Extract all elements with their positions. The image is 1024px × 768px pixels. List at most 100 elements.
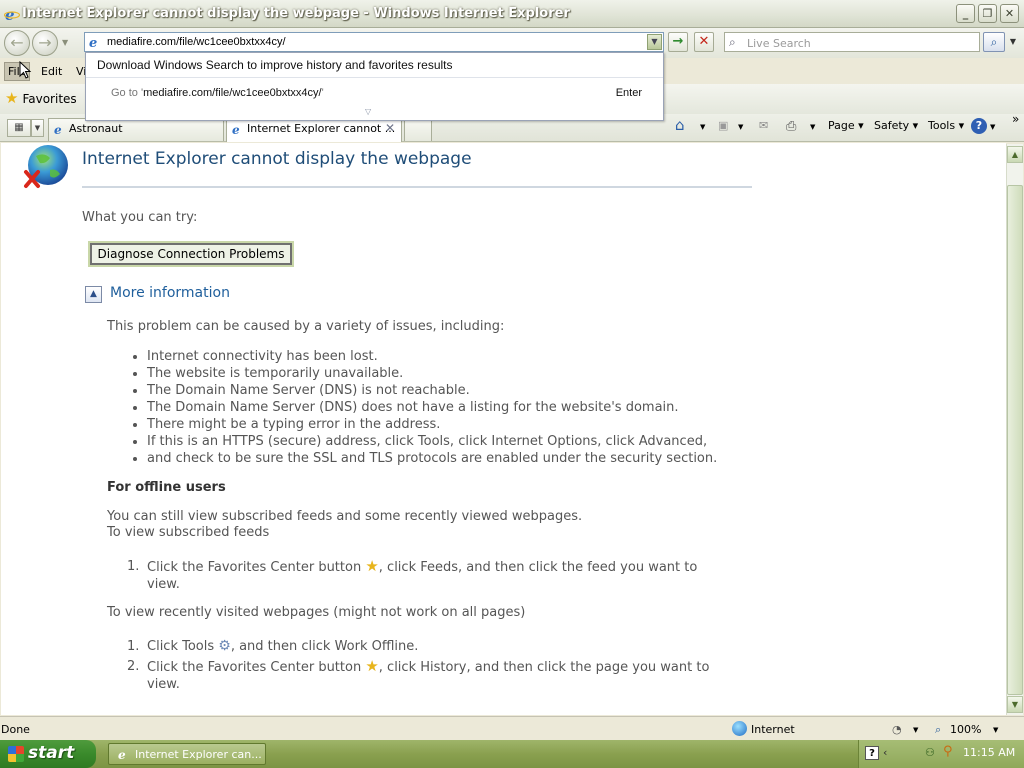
zoom-icon[interactable]: ⌕ bbox=[935, 723, 941, 737]
help-icon[interactable]: ? bbox=[971, 118, 987, 134]
tools-menu-label: Tools bbox=[928, 119, 956, 132]
tab-astronaut[interactable]: e Astronaut bbox=[48, 118, 224, 141]
clock[interactable]: 11:15 AM bbox=[963, 746, 1015, 759]
start-button[interactable]: start bbox=[0, 740, 96, 768]
help-tray-icon[interactable]: ? bbox=[865, 746, 879, 760]
goto-prefix: Go to ' bbox=[111, 87, 144, 99]
feeds-icon[interactable]: ▣ bbox=[718, 119, 728, 132]
search-placeholder[interactable]: Live Search bbox=[747, 37, 811, 50]
collapse-icon[interactable]: ▲ bbox=[85, 286, 102, 303]
toolbar-overflow-icon[interactable]: » bbox=[1012, 112, 1019, 126]
safety-menu[interactable]: Safety ▾ bbox=[874, 119, 918, 132]
goto-suggestion[interactable]: Go to 'mediafire.com/file/wc1cee0bxtxx4c… bbox=[111, 87, 324, 99]
back-button[interactable]: ← bbox=[4, 30, 30, 56]
step-text: , and then click Work Offline. bbox=[230, 639, 419, 654]
address-dropdown-button[interactable]: ▼ bbox=[647, 34, 662, 50]
print-dropdown[interactable]: ▼ bbox=[810, 123, 815, 131]
magnifier-icon: ⌕ bbox=[990, 35, 998, 49]
print-icon[interactable]: ⎙ bbox=[786, 119, 796, 134]
home-dropdown[interactable]: ▼ bbox=[700, 123, 705, 131]
scroll-up-button[interactable]: ▲ bbox=[1007, 146, 1023, 163]
step-text: , click Feeds, and then click the feed y… bbox=[378, 560, 698, 575]
security-zone-label[interactable]: Internet bbox=[751, 723, 795, 736]
tab-page-icon: e bbox=[232, 123, 240, 136]
scroll-down-button[interactable]: ▼ bbox=[1007, 696, 1023, 713]
feeds-dropdown[interactable]: ▼ bbox=[738, 123, 743, 131]
tools-menu[interactable]: Tools ▾ bbox=[928, 119, 964, 132]
read-mail-icon[interactable]: ✉ bbox=[759, 119, 768, 132]
forward-arrow-icon: → bbox=[38, 33, 52, 52]
recent-pages-dropdown[interactable]: ▼ bbox=[62, 38, 68, 47]
scroll-thumb[interactable] bbox=[1007, 185, 1023, 695]
dropdown-resize-grip[interactable]: ▽ bbox=[365, 107, 371, 116]
search-tray-icon[interactable]: ⚲ bbox=[943, 744, 953, 759]
title-divider bbox=[82, 186, 752, 188]
vertical-scrollbar[interactable]: ▲ ▼ bbox=[1006, 144, 1023, 715]
home-icon[interactable]: ⌂ bbox=[675, 116, 685, 134]
list-item: If this is an HTTPS (secure) address, cl… bbox=[131, 433, 717, 450]
start-label: start bbox=[28, 743, 75, 763]
address-bar[interactable]: e mediafire.com/file/wc1cee0bxtxx4cy/ ▼ bbox=[84, 32, 664, 52]
more-information-link[interactable]: More information bbox=[110, 285, 230, 301]
search-icon: ⌕ bbox=[729, 35, 736, 49]
go-arrow-icon: → bbox=[672, 34, 684, 49]
expand-tray-icon[interactable]: ‹ bbox=[883, 746, 887, 759]
minimize-button[interactable]: _ bbox=[956, 4, 975, 23]
list-item: The Domain Name Server (DNS) is not reac… bbox=[131, 382, 717, 399]
title-bar[interactable]: e Internet Explorer cannot display the w… bbox=[0, 0, 1024, 28]
new-tab-button[interactable] bbox=[404, 118, 432, 141]
ie-logo-icon: e bbox=[4, 6, 20, 22]
zoom-level[interactable]: 100% bbox=[950, 723, 981, 736]
favorites-label: Favorites bbox=[22, 92, 77, 106]
tab-list-dropdown[interactable]: ▼ bbox=[31, 119, 44, 137]
list-item: The website is temporarily unavailable. bbox=[131, 365, 717, 382]
step-number: 1. bbox=[127, 639, 140, 654]
causes-list: Internet connectivity has been lost. The… bbox=[131, 348, 717, 467]
taskbar-item-ie[interactable]: e Internet Explorer can... bbox=[108, 743, 266, 765]
go-button[interactable]: → bbox=[668, 32, 688, 52]
globe-error-icon bbox=[24, 145, 68, 188]
quick-tabs-button[interactable]: ▦ bbox=[7, 119, 31, 137]
tab-error-page[interactable]: e Internet Explorer cannot ... ✕ bbox=[226, 118, 402, 142]
protected-mode-icon[interactable]: ◔ bbox=[892, 723, 902, 736]
forward-button[interactable]: → bbox=[32, 30, 58, 56]
list-item-continuation: and check to be sure the SSL and TLS pro… bbox=[131, 450, 717, 467]
step-item: 2. Click the Favorites Center button ★, c… bbox=[122, 658, 709, 693]
tab-label: Astronaut bbox=[69, 122, 123, 135]
status-bar: Done Internet ◔ ▼ ⌕ 100% ▼ bbox=[0, 716, 1024, 740]
recent-steps: 1. Click Tools ⚙, and then click Work Off… bbox=[122, 638, 709, 693]
tab-label: Internet Explorer cannot ... bbox=[247, 122, 396, 135]
network-tray-icon[interactable]: ⚇ bbox=[925, 746, 935, 759]
stop-button[interactable]: ✕ bbox=[694, 32, 714, 52]
address-input[interactable]: mediafire.com/file/wc1cee0bxtxx4cy/ bbox=[107, 36, 286, 48]
diagnose-connection-button[interactable]: Diagnose Connection Problems bbox=[88, 241, 294, 267]
problem-intro: This problem can be caused by a variety … bbox=[107, 319, 505, 334]
search-button[interactable]: ⌕ bbox=[983, 32, 1005, 52]
back-arrow-icon: ← bbox=[10, 33, 24, 52]
svg-text:e: e bbox=[54, 123, 62, 136]
stop-x-icon: ✕ bbox=[698, 34, 710, 49]
goto-url: mediafire.com/file/wc1cee0bxtxx4cy/ bbox=[143, 87, 322, 99]
favorites-center-star-icon: ★ bbox=[365, 557, 379, 575]
close-tab-icon[interactable]: ✕ bbox=[385, 121, 395, 135]
favorites-button[interactable]: ★ Favorites bbox=[5, 89, 77, 107]
list-item: Internet connectivity has been lost. bbox=[131, 348, 717, 365]
search-box[interactable]: ⌕ Live Search bbox=[724, 32, 980, 52]
address-autocomplete-dropdown: Download Windows Search to improve histo… bbox=[85, 52, 664, 121]
search-options-button[interactable]: ▼ bbox=[1006, 32, 1020, 52]
protected-mode-dropdown[interactable]: ▼ bbox=[913, 726, 918, 734]
help-dropdown[interactable]: ▼ bbox=[990, 123, 995, 131]
zoom-dropdown[interactable]: ▼ bbox=[993, 726, 998, 734]
windows-search-promo[interactable]: Download Windows Search to improve histo… bbox=[97, 58, 453, 72]
step-item: 1. Click Tools ⚙, and then click Work Off… bbox=[122, 638, 709, 655]
svg-text:e: e bbox=[232, 123, 240, 136]
close-window-button[interactable]: ✕ bbox=[1000, 4, 1019, 23]
step-text: Click the Favorites Center button bbox=[147, 560, 366, 575]
page-menu[interactable]: Page ▾ bbox=[828, 119, 864, 132]
list-item: There might be a typing error in the add… bbox=[131, 416, 717, 433]
maximize-button[interactable]: ❐ bbox=[978, 4, 997, 23]
menu-edit[interactable]: Edit bbox=[41, 65, 62, 78]
tools-gear-icon: ⚙ bbox=[218, 638, 231, 654]
ie-taskbar-icon: e bbox=[118, 748, 126, 761]
list-item: The Domain Name Server (DNS) does not ha… bbox=[131, 399, 717, 416]
